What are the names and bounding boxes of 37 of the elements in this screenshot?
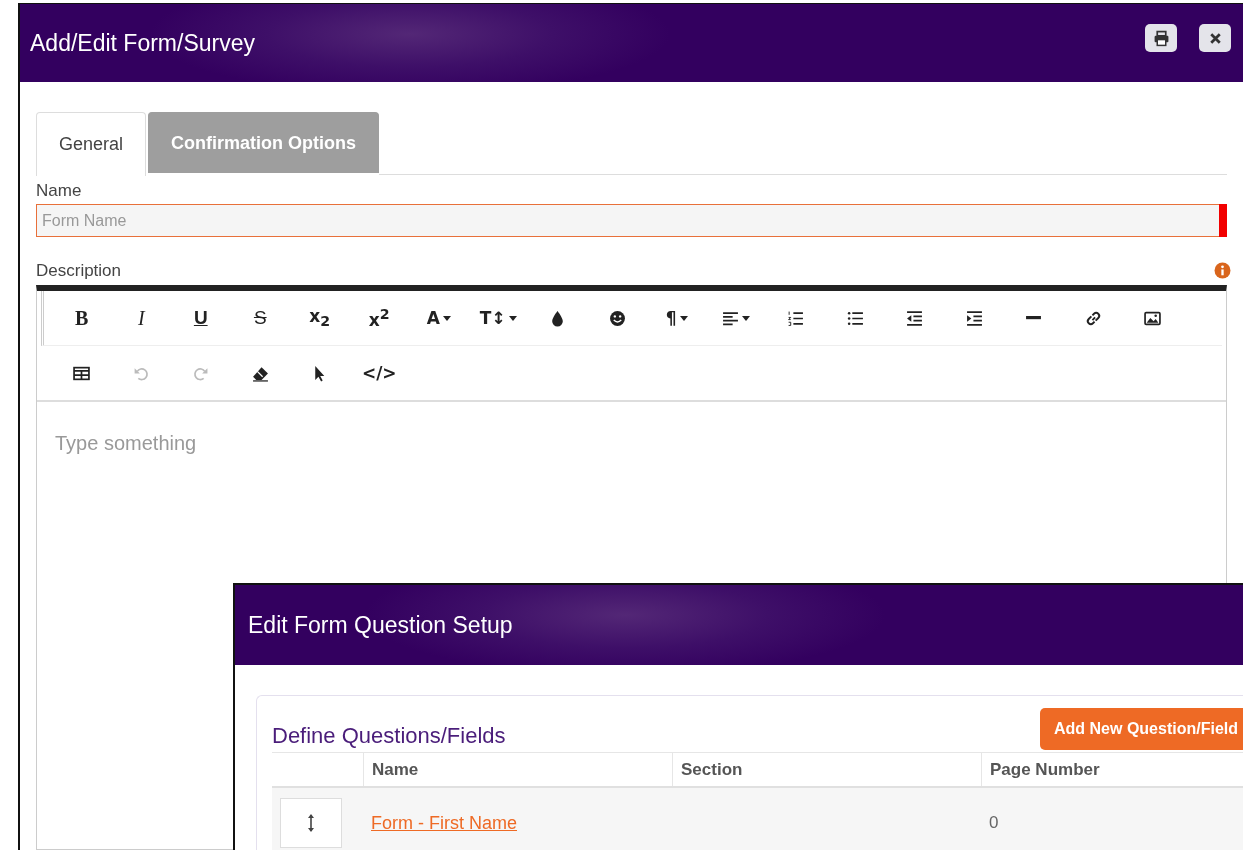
- dialog-title: Edit Form Question Setup: [248, 611, 513, 639]
- horizontal-line-icon: [1026, 316, 1042, 320]
- toolbar-button[interactable]: ¶: [647, 298, 707, 338]
- field-label: Name: [36, 181, 83, 201]
- bullet-list-icon: [846, 309, 864, 327]
- print-button[interactable]: [1145, 24, 1177, 52]
- toolbar-button[interactable]: I: [111, 298, 171, 338]
- link-icon: [1084, 309, 1102, 327]
- print-icon: [1152, 29, 1170, 47]
- panel-title: Define Questions/Fields: [272, 723, 506, 749]
- toolbar-button[interactable]: A: [409, 298, 469, 338]
- outdent-icon: [906, 309, 924, 327]
- table-icon: [73, 364, 91, 382]
- toolbar-button[interactable]: S: [230, 298, 290, 338]
- table-cell: 0: [989, 813, 999, 833]
- close-button[interactable]: [1199, 24, 1231, 52]
- numbered-list-icon: [787, 309, 805, 327]
- column-header: Name: [363, 753, 672, 786]
- toolbar-button[interactable]: x$^{2}$: [349, 298, 409, 338]
- toolbar-button[interactable]: x$_{2}$: [290, 298, 350, 338]
- field-label: Description: [36, 261, 122, 281]
- toolbar-button[interactable]: U: [171, 298, 231, 338]
- indent-icon: [965, 309, 983, 327]
- toolbar-button[interactable]: </>: [349, 353, 409, 393]
- drag-handle[interactable]: [280, 798, 342, 848]
- toolbar-button[interactable]: B: [52, 298, 112, 338]
- column-header: Page Number: [981, 753, 1243, 786]
- eraser-icon: [251, 364, 269, 382]
- smiley-icon: [608, 309, 626, 327]
- align-left-icon: [722, 309, 740, 327]
- vertical-arrows-icon: [307, 813, 315, 833]
- toolbar-button[interactable]: T↕: [468, 298, 528, 338]
- dialog-title: Add/Edit Form/Survey: [30, 29, 255, 57]
- image-icon: [1144, 309, 1162, 327]
- column-header: Section: [672, 753, 981, 786]
- tab[interactable]: General: [36, 112, 147, 176]
- info-icon[interactable]: [1214, 262, 1231, 279]
